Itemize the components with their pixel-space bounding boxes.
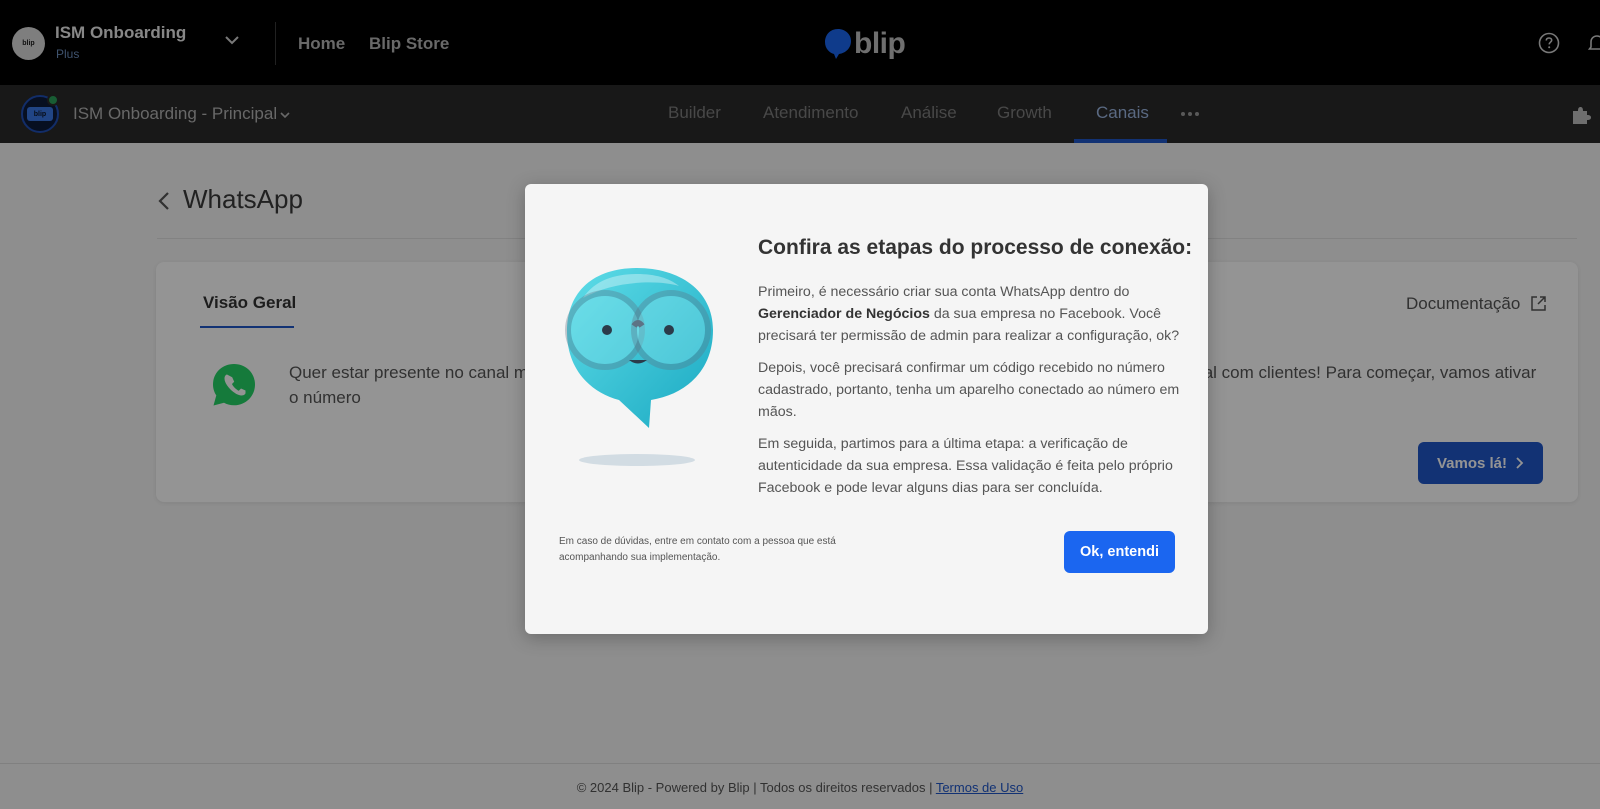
connection-steps-modal: Confira as etapas do processo de conexão… [525, 184, 1208, 634]
modal-title: Confira as etapas do processo de conexão… [758, 236, 1193, 259]
blip-mascot-illustration [565, 268, 713, 466]
step-2-text: Depois, você precisará confirmar um códi… [758, 360, 1180, 420]
step-3-text: Em seguida, partimos para a última etapa… [758, 436, 1173, 496]
help-note: Em caso de dúvidas, entre em contato com… [559, 536, 836, 563]
business-manager-emphasis: Gerenciador de Negócios [758, 306, 930, 322]
modal-body: Primeiro, é necessário criar sua conta W… [758, 281, 1183, 509]
step-1-text: Primeiro, é necessário criar sua conta W… [758, 284, 1180, 344]
ok-entendi-button[interactable]: Ok, entendi [1064, 531, 1175, 573]
